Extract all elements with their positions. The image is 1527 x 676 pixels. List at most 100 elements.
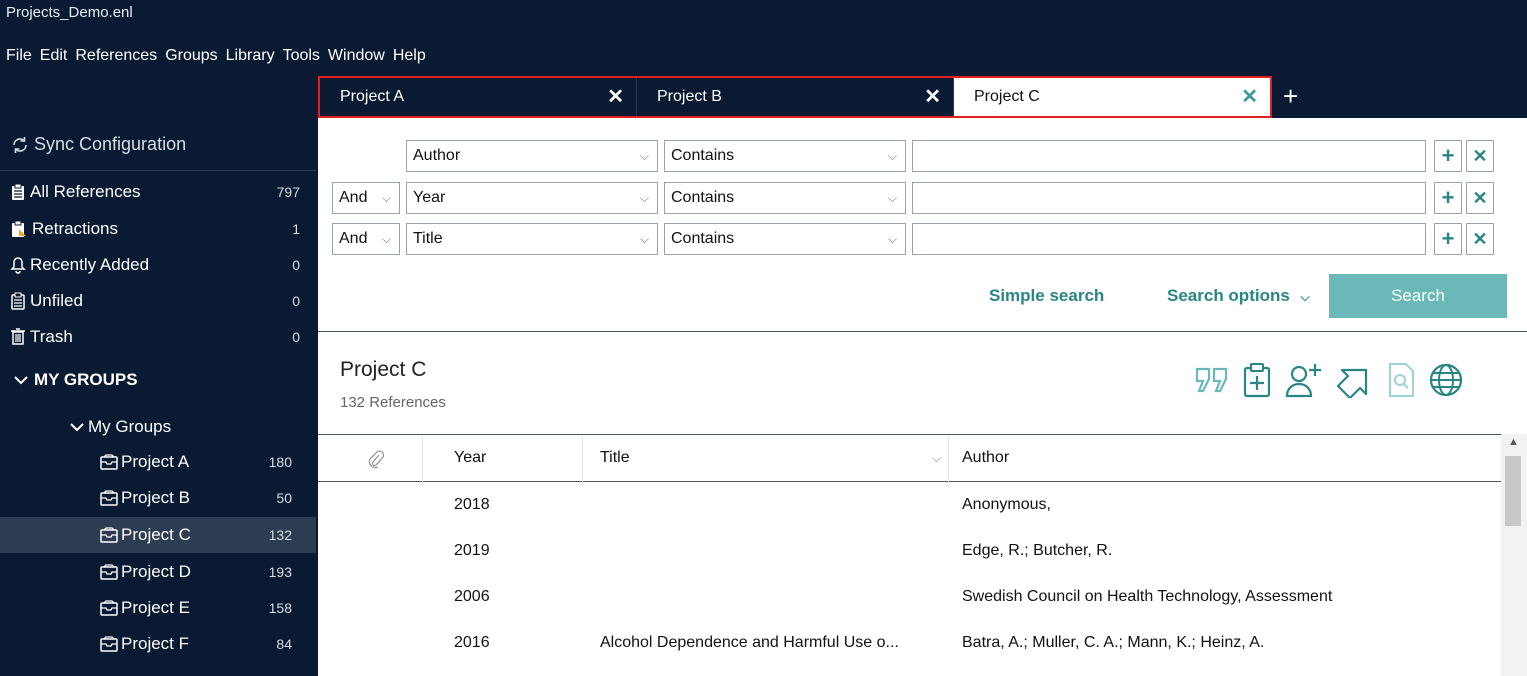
column-header-year[interactable]: Year: [454, 449, 486, 467]
close-icon[interactable]: ✕: [924, 87, 941, 107]
column-header-title[interactable]: Title: [600, 449, 630, 467]
group-set-my-groups[interactable]: My Groups: [70, 417, 171, 437]
table-row[interactable]: 2016 Alcohol Dependence and Harmful Use …: [318, 622, 1501, 668]
cell-title: Alcohol Dependence and Harmful Use o...: [600, 634, 899, 651]
field-select-2[interactable]: Year ⌵: [406, 182, 658, 214]
tab-project-c[interactable]: Project C ✕: [954, 78, 1270, 116]
cell-author: Edge, R.; Butcher, R.: [962, 542, 1113, 559]
field-select-3[interactable]: Title ⌵: [406, 223, 658, 255]
add-row-button[interactable]: +: [1434, 140, 1462, 172]
sidebar-item-label: Unfiled: [30, 291, 83, 310]
item-count: 0: [292, 257, 300, 273]
add-user-icon[interactable]: [1284, 362, 1322, 398]
quote-icon[interactable]: [1194, 363, 1230, 397]
search-value-input-1[interactable]: [912, 140, 1426, 172]
menu-file[interactable]: File: [6, 47, 32, 65]
sync-configuration[interactable]: Sync Configuration: [10, 134, 186, 155]
advanced-search-panel: Author ⌵ Contains ⌵ + ✕ And ⌵ Year ⌵ Contain…: [318, 118, 1527, 332]
table-row[interactable]: 2018 Anonymous,: [318, 484, 1501, 530]
bool-select-3[interactable]: And ⌵: [332, 223, 400, 255]
tab-project-b[interactable]: Project B ✕: [637, 78, 954, 116]
search-button[interactable]: Search: [1329, 274, 1507, 318]
main-panel: Author ⌵ Contains ⌵ + ✕ And ⌵ Year ⌵ Contain…: [318, 118, 1527, 676]
clipboard-icon: [11, 292, 25, 310]
my-groups-heading[interactable]: MY GROUPS: [14, 370, 138, 390]
group-item-project-b[interactable]: Project B 50: [0, 480, 316, 516]
sidebar-item-recently-added[interactable]: Recently Added 0: [10, 248, 310, 282]
remove-row-button[interactable]: ✕: [1466, 140, 1494, 172]
operator-select-3[interactable]: Contains ⌵: [664, 223, 906, 255]
chevron-down-icon[interactable]: ⌵: [932, 451, 941, 466]
open-link-icon[interactable]: [1334, 362, 1374, 398]
column-divider: [422, 435, 423, 483]
tab-project-a[interactable]: Project A ✕: [320, 78, 637, 116]
attachment-icon[interactable]: [366, 449, 384, 469]
group-label: Project A: [121, 452, 190, 471]
select-value: Contains: [671, 230, 735, 247]
find-in-pdf-icon[interactable]: [1386, 362, 1416, 398]
column-divider: [582, 435, 583, 483]
menu-edit[interactable]: Edit: [40, 47, 68, 65]
group-item-project-d[interactable]: Project D 193: [0, 554, 316, 590]
select-value: Year: [413, 189, 446, 206]
add-tab-button[interactable]: +: [1283, 78, 1298, 114]
chevron-down-icon: ⌵: [639, 231, 649, 246]
sidebar-item-retractions[interactable]: Retractions 1: [10, 212, 310, 246]
group-label: Project E: [121, 598, 190, 617]
menu-library[interactable]: Library: [226, 47, 275, 65]
add-reference-icon[interactable]: [1242, 362, 1272, 398]
add-row-button[interactable]: +: [1434, 182, 1462, 214]
remove-row-button[interactable]: ✕: [1466, 223, 1494, 255]
window-title: Projects_Demo.enl: [6, 4, 133, 21]
operator-select-2[interactable]: Contains ⌵: [664, 182, 906, 214]
sync-label: Sync Configuration: [34, 134, 187, 154]
group-count: 132: [268, 527, 292, 543]
menu-tools[interactable]: Tools: [283, 47, 320, 65]
item-count: 0: [292, 329, 300, 345]
group-item-project-c[interactable]: Project C 132: [0, 517, 316, 553]
menu-groups[interactable]: Groups: [165, 47, 217, 65]
table-row[interactable]: 2019 Edge, R.; Butcher, R.: [318, 530, 1501, 576]
search-options-dropdown[interactable]: Search options ⌵: [1167, 286, 1310, 306]
chevron-down-icon: ⌵: [887, 190, 897, 205]
group-set-label: My Groups: [88, 417, 172, 436]
menu-window[interactable]: Window: [328, 47, 385, 65]
scroll-up-icon[interactable]: ▲: [1508, 436, 1519, 448]
menu-help[interactable]: Help: [393, 47, 426, 65]
sidebar-item-unfiled[interactable]: Unfiled 0: [10, 284, 310, 318]
group-label: Project D: [121, 562, 191, 581]
group-item-project-e[interactable]: Project E 158: [0, 590, 316, 626]
scroll-thumb[interactable]: [1505, 456, 1521, 526]
library-title: Project C: [340, 358, 427, 381]
search-value-input-3[interactable]: [912, 223, 1426, 255]
globe-icon[interactable]: [1428, 362, 1464, 398]
add-row-button[interactable]: +: [1434, 223, 1462, 255]
group-icon: [100, 564, 118, 580]
search-value-input-2[interactable]: [912, 182, 1426, 214]
clipboard-icon: [12, 183, 24, 200]
group-count: 193: [268, 564, 292, 580]
column-divider: [948, 435, 949, 483]
menu-references[interactable]: References: [75, 47, 157, 65]
table-row[interactable]: 2006 Swedish Council on Health Technolog…: [318, 576, 1501, 622]
sidebar-item-trash[interactable]: Trash 0: [10, 320, 310, 354]
retraction-icon: [12, 220, 26, 237]
close-icon[interactable]: ✕: [1241, 87, 1258, 107]
field-select-1[interactable]: Author ⌵: [406, 140, 658, 172]
operator-select-1[interactable]: Contains ⌵: [664, 140, 906, 172]
sidebar-item-all-references[interactable]: All References 797: [10, 175, 310, 209]
group-icon: [100, 490, 118, 506]
chevron-down-icon: ⌵: [887, 231, 897, 246]
sidebar-item-label: All References: [30, 182, 141, 201]
group-count: 50: [276, 490, 292, 506]
vertical-scrollbar[interactable]: ▲: [1501, 434, 1527, 676]
bool-select-2[interactable]: And ⌵: [332, 182, 400, 214]
column-header-author[interactable]: Author: [962, 449, 1009, 467]
simple-search-link[interactable]: Simple search: [989, 286, 1104, 306]
tab-label: Project B: [657, 88, 722, 105]
group-item-project-f[interactable]: Project F 84: [0, 626, 316, 662]
remove-row-button[interactable]: ✕: [1466, 182, 1494, 214]
chevron-down-icon: [70, 423, 84, 432]
close-icon[interactable]: ✕: [607, 87, 624, 107]
group-item-project-a[interactable]: Project A 180: [0, 444, 316, 480]
